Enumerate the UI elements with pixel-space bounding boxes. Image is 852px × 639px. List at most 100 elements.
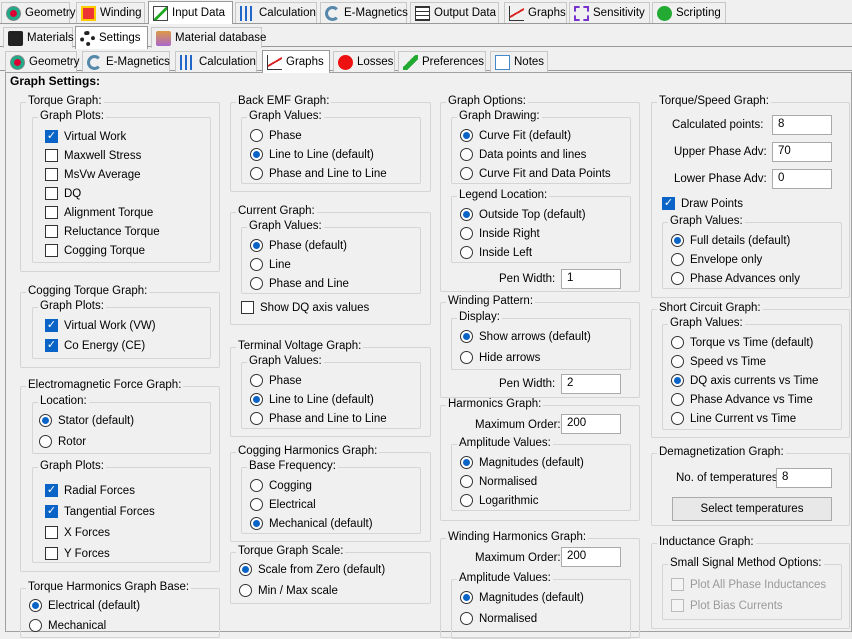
num-temperatures-label: No. of temperatures: [676,472,781,484]
rb-ch-mechanical[interactable]: Mechanical (default) [250,517,373,530]
rb-sc-speed[interactable]: Speed vs Time [671,355,766,368]
check-icon: ✓ [45,339,58,352]
subtab-graphs[interactable]: Graphs [262,50,330,73]
cb-x-forces[interactable]: X Forces [45,526,110,539]
cb-tangential-forces[interactable]: ✓ Tangential Forces [45,505,155,518]
select-temperatures-button[interactable]: Select temperatures [672,497,832,521]
checkbox-box [45,547,58,560]
rb-envelope-only[interactable]: Envelope only [671,253,762,266]
tab-geometry[interactable]: Geometry [1,2,76,23]
subtab-calculation[interactable]: Calculation [175,51,257,72]
cb-msvw-average[interactable]: MsVw Average [45,168,141,181]
rb-sc-line-current[interactable]: Line Current vs Time [671,412,796,425]
tab-sensitivity[interactable]: Sensitivity [569,2,650,23]
rb-full-details[interactable]: Full details (default) [671,234,790,247]
subtab-losses[interactable]: Losses [333,51,395,72]
rb-show-arrows[interactable]: Show arrows (default) [460,330,591,343]
rb-ch-electrical[interactable]: Electrical [250,498,316,511]
rb-backemf-line[interactable]: Line to Line (default) [250,148,374,161]
subtab-geometry[interactable]: Geometry [5,51,80,72]
max-order-input[interactable]: 200 [561,547,621,567]
pen-width-input[interactable]: 2 [561,374,621,394]
rb-ch-cogging[interactable]: Cogging [250,479,312,492]
rb-tv-both[interactable]: Phase and Line to Line [250,412,387,425]
rb-sc-dq[interactable]: DQ axis currents vs Time [671,374,818,387]
rb-hide-arrows[interactable]: Hide arrows [460,351,540,364]
pen-width-label: Pen Width: [499,378,556,390]
cb-reluctance-torque[interactable]: Reluctance Torque [45,225,160,238]
winding-icon [81,5,96,21]
rb-backemf-phase[interactable]: Phase [250,129,302,142]
cb-virtual-work-vw[interactable]: ✓ Virtual Work (VW) [45,319,156,332]
pen-width-input[interactable]: 1 [561,269,621,289]
tab-input-data[interactable]: Input Data [148,1,233,24]
rb-sc-phase-adv[interactable]: Phase Advance vs Time [671,393,813,406]
radio-dot [671,355,684,368]
rb-stator[interactable]: Stator (default) [39,414,134,427]
rb-phase-adv-only[interactable]: Phase Advances only [671,272,800,285]
tab-winding[interactable]: Winding [76,2,145,23]
rb-normalised[interactable]: Normalised [460,475,537,488]
amplitude-box: Amplitude Values: Magnitudes (default) N… [451,572,631,639]
cb-y-forces[interactable]: Y Forces [45,547,110,560]
rb-inside-right[interactable]: Inside Right [460,227,540,240]
max-order-input[interactable]: 200 [561,414,621,434]
rb-mechanical[interactable]: Mechanical [29,619,106,632]
tab-material-database[interactable]: Material database [151,27,266,48]
cb-show-dq[interactable]: Show DQ axis values [241,301,369,314]
upper-phase-adv-input[interactable]: 70 [772,142,832,162]
rb-electrical[interactable]: Electrical (default) [29,599,140,612]
tab-e-magnetics[interactable]: E-Magnetics [320,2,408,23]
tab-output-data[interactable]: Output Data [410,2,499,23]
rb-logarithmic[interactable]: Logarithmic [460,494,538,507]
rb-current-phase[interactable]: Phase (default) [250,239,347,252]
rb-wh-magnitudes[interactable]: Magnitudes (default) [460,591,584,604]
cb-alignment-torque[interactable]: Alignment Torque [45,206,153,219]
num-temperatures-input[interactable]: 8 [776,468,832,488]
location-box: Location: Stator (default) Rotor [32,395,211,454]
rb-wh-normalised[interactable]: Normalised [460,612,537,625]
cb-dq[interactable]: DQ [45,187,81,200]
rb-inside-left[interactable]: Inside Left [460,246,532,259]
tab-settings[interactable]: Settings [75,26,148,49]
rb-current-both[interactable]: Phase and Line [250,277,349,290]
cb-co-energy[interactable]: ✓ Co Energy (CE) [45,339,145,352]
subtab-notes[interactable]: Notes [490,51,548,72]
rb-magnitudes[interactable]: Magnitudes (default) [460,456,584,469]
line-chart-icon [509,5,524,21]
gear-icon [80,30,95,46]
radio-dot [250,393,263,406]
cb-maxwell-stress[interactable]: Maxwell Stress [45,149,141,162]
cb-radial-forces[interactable]: ✓ Radial Forces [45,484,135,497]
force-plots-box: Graph Plots: ✓ Radial Forces ✓ Tangential … [32,460,211,563]
tab-scripting[interactable]: Scripting [652,2,726,23]
tab-calculation[interactable]: Calculation [235,2,317,23]
subtab-preferences[interactable]: Preferences [398,51,486,72]
rb-current-line[interactable]: Line [250,258,291,271]
cb-plot-all-phase[interactable]: Plot All Phase Inductances [671,578,826,591]
rb-tv-phase[interactable]: Phase [250,374,302,387]
radio-dot [671,374,684,387]
cb-virtual-work[interactable]: ✓ Virtual Work [45,130,126,143]
rb-curve-fit[interactable]: Curve Fit (default) [460,129,571,142]
cb-plot-bias[interactable]: Plot Bias Currents [671,599,783,612]
terminal-voltage-group: Terminal Voltage Graph: Graph Values: Ph… [230,340,431,437]
rb-scale-zero[interactable]: Scale from Zero (default) [239,563,385,576]
base-frequency-box: Base Frequency: Cogging Electrical Mecha… [241,460,421,534]
subtab-e-magnetics[interactable]: E-Magnetics [82,51,170,72]
rb-sc-torque[interactable]: Torque vs Time (default) [671,336,813,349]
calculated-points-input[interactable]: 8 [772,115,832,135]
tab-materials[interactable]: Materials [3,27,74,48]
lower-phase-adv-input[interactable]: 0 [772,169,832,189]
rb-outside-top[interactable]: Outside Top (default) [460,208,586,221]
rb-rotor[interactable]: Rotor [39,435,86,448]
cb-cogging-torque[interactable]: Cogging Torque [45,244,145,257]
checkbox-box [45,244,58,257]
rb-curve-and-points[interactable]: Curve Fit and Data Points [460,167,611,180]
cb-draw-points[interactable]: ✓ Draw Points [662,197,743,210]
rb-data-points[interactable]: Data points and lines [460,148,586,161]
tab-graphs[interactable]: Graphs [504,2,567,23]
rb-tv-line[interactable]: Line to Line (default) [250,393,374,406]
rb-scale-minmax[interactable]: Min / Max scale [239,584,338,597]
rb-backemf-both[interactable]: Phase and Line to Line [250,167,387,180]
